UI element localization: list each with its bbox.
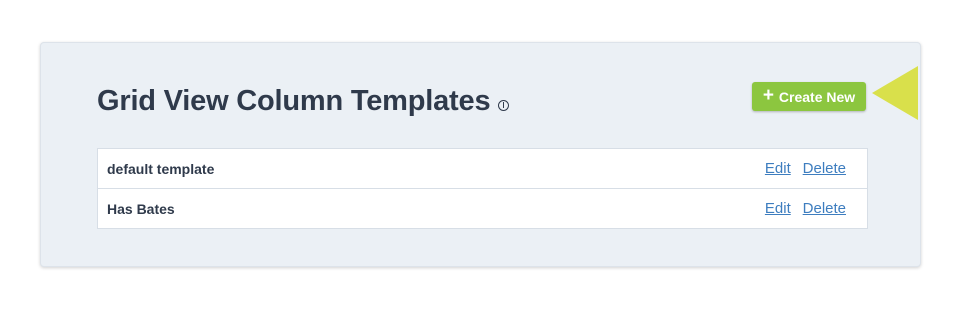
info-icon[interactable]	[498, 99, 510, 111]
edit-link[interactable]: Edit	[765, 160, 791, 177]
template-name: Has Bates	[107, 200, 175, 217]
page-title: Grid View Column Templates	[97, 85, 491, 117]
create-new-button[interactable]: + Create New	[752, 82, 866, 111]
delete-link[interactable]: Delete	[803, 160, 846, 177]
row-actions: Edit Delete	[492, 189, 867, 229]
edit-link[interactable]: Edit	[765, 200, 791, 217]
delete-link[interactable]: Delete	[803, 200, 846, 217]
row-actions: Edit Delete	[492, 148, 868, 189]
templates-panel: Grid View Column Templates + Create New …	[40, 42, 921, 267]
create-new-label: Create New	[778, 88, 856, 105]
table-row: default template Edit Delete	[97, 148, 868, 189]
table-row: Has Bates Edit Delete	[98, 189, 868, 229]
highlight-arrow-icon	[872, 66, 918, 120]
plus-icon: +	[762, 85, 774, 106]
title-row: Grid View Column Templates	[97, 83, 510, 119]
templates-table: default template Edit Delete Has Bates E…	[97, 148, 868, 229]
template-name: default template	[97, 148, 493, 189]
